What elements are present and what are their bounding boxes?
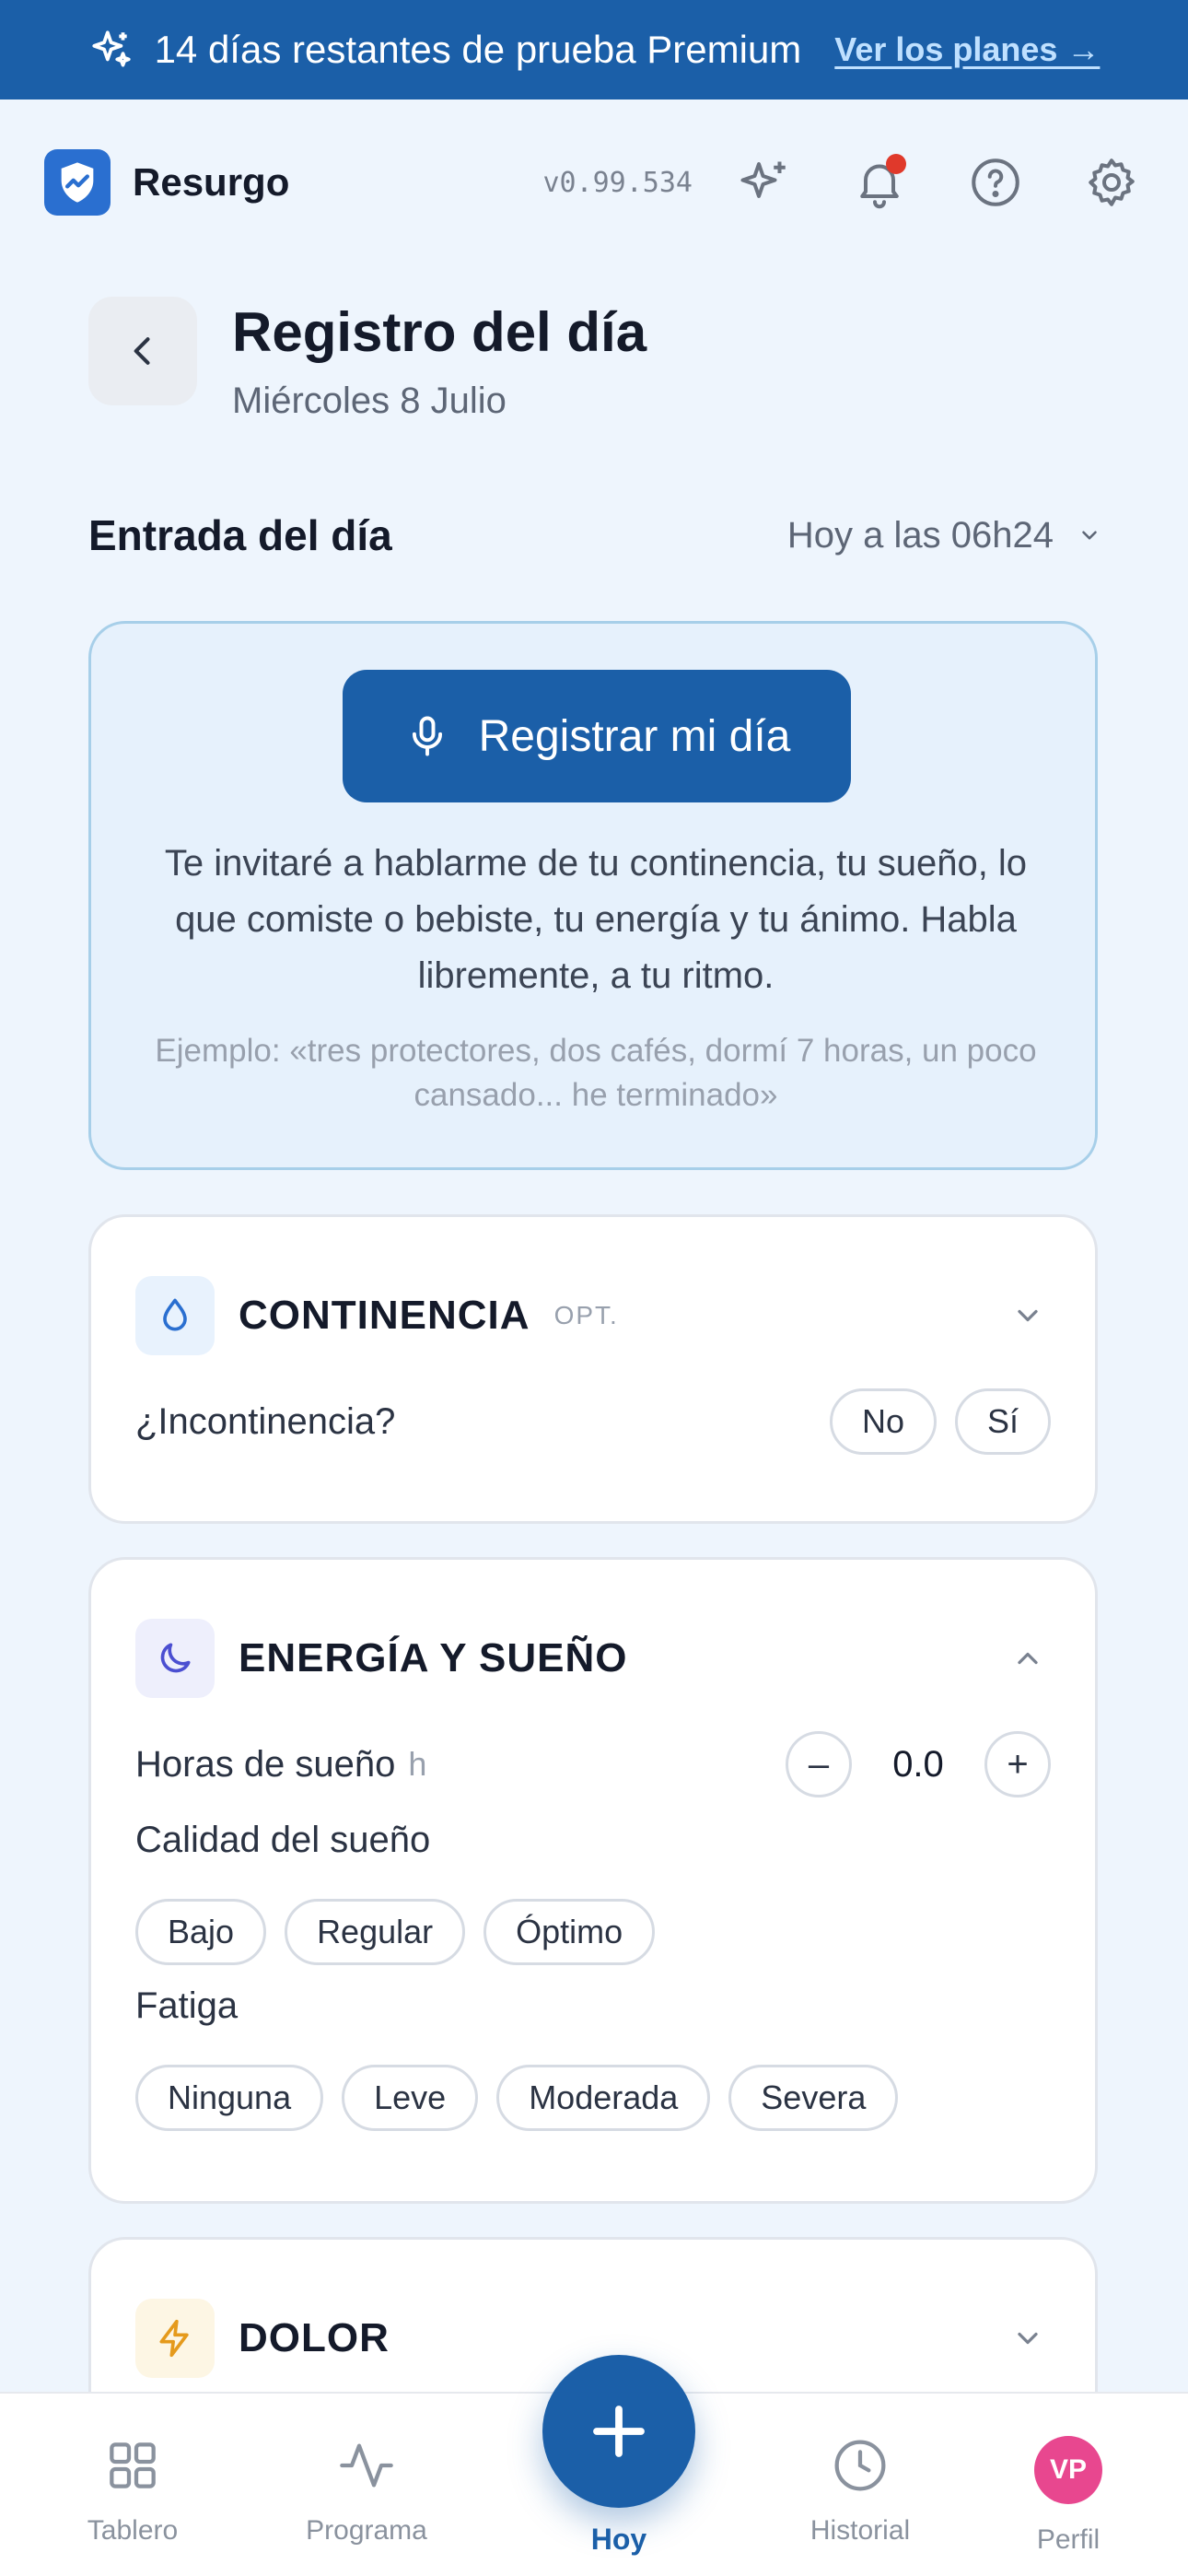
- fatigue-label: Fatiga: [135, 1985, 239, 2026]
- optional-tag: OPT.: [553, 1301, 619, 1329]
- app-logo: [44, 149, 111, 216]
- nav-dashboard-label: Tablero: [87, 2515, 179, 2546]
- view-plans-link[interactable]: Ver los planes →: [834, 30, 1100, 69]
- nav-history[interactable]: Historial: [768, 2436, 952, 2547]
- sleep-quality-options: Bajo Regular Óptimo: [135, 1899, 1051, 1965]
- sparkles-icon: [91, 30, 131, 67]
- voice-example: Ejemplo: «tres protectores, dos cafés, d…: [155, 1033, 1037, 1113]
- lightning-icon: [135, 2299, 215, 2378]
- banner-message: 14 días restantes de prueba Premium: [88, 27, 802, 73]
- sleep-quality-label-row: Calidad del sueño: [135, 1820, 1051, 1861]
- banner-text: 14 días restantes de prueba Premium: [154, 28, 802, 71]
- increment-button[interactable]: +: [984, 1731, 1051, 1797]
- nav-program[interactable]: Programa: [274, 2436, 459, 2547]
- incontinence-options: No Sí: [829, 1388, 1051, 1455]
- avatar: VP: [1034, 2436, 1102, 2504]
- continence-card: CONTINENCIA OPT. ¿Incontinencia? No Sí: [88, 1214, 1098, 1524]
- pain-title: DOLOR: [239, 2315, 390, 2360]
- fatigue-label-row: Fatiga: [135, 1985, 1051, 2027]
- shield-chart-icon: [61, 162, 94, 203]
- help-button[interactable]: [963, 150, 1028, 215]
- gear-icon: [1089, 158, 1135, 206]
- record-day-label: Registrar mi día: [478, 711, 791, 761]
- continence-header[interactable]: CONTINENCIA OPT.: [135, 1276, 1051, 1355]
- entry-row: Entrada del día Hoy a las 06h24: [88, 510, 1101, 560]
- quality-optimal[interactable]: Óptimo: [483, 1899, 656, 1965]
- energy-sleep-card: ENERGÍA Y SUEÑO Horas de sueño h – 0.0 +…: [88, 1557, 1098, 2204]
- settings-button[interactable]: [1079, 150, 1144, 215]
- activity-icon: [340, 2443, 393, 2488]
- chevron-up-icon[interactable]: [1005, 1635, 1051, 1681]
- fatigue-options: Ninguna Leve Moderada Severa: [135, 2065, 1051, 2131]
- nav-profile-label: Perfil: [1036, 2524, 1101, 2555]
- plus-icon: [593, 2406, 645, 2457]
- option-no[interactable]: No: [829, 1388, 937, 1455]
- decrement-button[interactable]: –: [786, 1731, 852, 1797]
- nav-dashboard[interactable]: Tablero: [41, 2436, 225, 2547]
- page-header: Registro del día Miércoles 8 Julio: [88, 297, 646, 422]
- nav-history-label: Historial: [809, 2515, 911, 2546]
- chevron-down-icon[interactable]: [1005, 1293, 1051, 1339]
- entry-time-selector[interactable]: Hoy a las 06h24: [787, 515, 1101, 556]
- ai-assistant-button[interactable]: [731, 150, 796, 215]
- nav-program-label: Programa: [306, 2515, 427, 2546]
- grid-icon: [110, 2442, 156, 2488]
- moon-icon: [135, 1619, 215, 1698]
- droplet-icon: [135, 1276, 215, 1355]
- page-titles: Registro del día Miércoles 8 Julio: [232, 300, 646, 422]
- sleep-hours-unit: h: [408, 1745, 427, 1783]
- sleep-hours-stepper: – 0.0 +: [786, 1731, 1051, 1797]
- page-date: Miércoles 8 Julio: [232, 381, 507, 421]
- app-version: v0.99.534: [542, 166, 693, 199]
- continence-title: CONTINENCIA: [239, 1293, 530, 1338]
- quality-low[interactable]: Bajo: [135, 1899, 267, 1965]
- chevron-down-icon: [1082, 531, 1097, 540]
- incontinence-question: ¿Incontinencia?: [135, 1400, 396, 1442]
- nav-today-label: Hoy: [590, 2523, 647, 2556]
- clock-icon: [834, 2440, 886, 2491]
- voice-description: Te invitaré a hablarme de tu continencia…: [164, 843, 1028, 996]
- sleep-hours-row: Horas de sueño h – 0.0 +: [135, 1731, 1051, 1797]
- sleep-hours-value: 0.0: [892, 1743, 944, 1785]
- sparkles-icon: [740, 161, 786, 198]
- fatigue-none[interactable]: Ninguna: [135, 2065, 324, 2131]
- option-yes[interactable]: Sí: [954, 1388, 1051, 1455]
- page-title: Registro del día: [232, 301, 647, 363]
- chevron-left-icon: [134, 337, 150, 365]
- energy-sleep-title: ENERGÍA Y SUEÑO: [239, 1635, 628, 1680]
- voice-entry-card: Registrar mi día Te invitaré a hablarme …: [88, 621, 1098, 1170]
- incontinence-row: ¿Incontinencia? No Sí: [135, 1388, 1051, 1455]
- sleep-hours-label: Horas de sueño: [135, 1743, 396, 1785]
- quality-regular[interactable]: Regular: [285, 1899, 466, 1965]
- top-app-bar: Resurgo v0.99.534: [0, 100, 1188, 265]
- notification-dot: [886, 154, 906, 174]
- add-entry-button[interactable]: [542, 2355, 695, 2508]
- back-button[interactable]: [88, 297, 197, 405]
- energy-sleep-header[interactable]: ENERGÍA Y SUEÑO: [135, 1619, 1051, 1698]
- help-icon: [972, 158, 1019, 206]
- header-actions: [731, 150, 1144, 215]
- fatigue-mild[interactable]: Leve: [342, 2065, 479, 2131]
- sleep-quality-label: Calidad del sueño: [135, 1820, 431, 1860]
- notifications-button[interactable]: [847, 150, 912, 215]
- nav-profile[interactable]: VP Perfil: [976, 2436, 1160, 2556]
- fatigue-severe[interactable]: Severa: [728, 2065, 899, 2131]
- brand-name: Resurgo: [133, 160, 290, 204]
- record-day-button[interactable]: Registrar mi día: [343, 670, 851, 802]
- entry-label: Entrada del día: [88, 511, 392, 559]
- premium-banner: 14 días restantes de prueba Premium Ver …: [0, 0, 1188, 100]
- fatigue-pills: Ninguna Leve Moderada Severa: [135, 2065, 899, 2131]
- entry-time-value: Hoy a las 06h24: [786, 514, 1054, 556]
- chevron-down-icon[interactable]: [1005, 2315, 1051, 2361]
- sleep-quality-pills: Bajo Regular Óptimo: [135, 1899, 656, 1965]
- microphone-icon: [412, 716, 442, 756]
- fatigue-moderate[interactable]: Moderada: [496, 2065, 711, 2131]
